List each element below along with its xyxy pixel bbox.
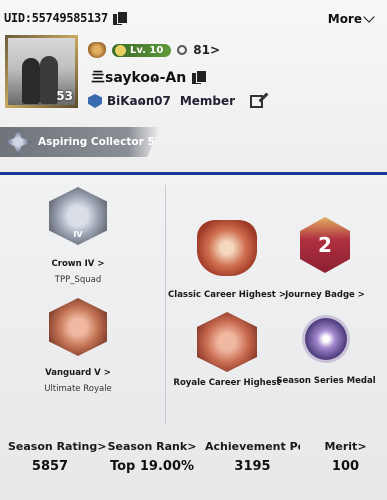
clan-role: Member bbox=[179, 94, 236, 108]
copy-name-icon[interactable] bbox=[192, 70, 208, 84]
edit-icon[interactable] bbox=[250, 94, 264, 108]
name-row: 亖saykoɷ-An bbox=[91, 67, 208, 87]
vanguard-tier[interactable]: Vanguard V > Ultimate Royale bbox=[30, 298, 126, 394]
column-separator bbox=[165, 185, 166, 425]
season-rank[interactable]: Season Rank> Top 19.00% bbox=[107, 440, 197, 474]
season-series-medal-icon bbox=[305, 318, 347, 360]
journey-badge[interactable]: Journey Badge > bbox=[285, 217, 365, 300]
season-series-label: Season Series Medal bbox=[276, 376, 376, 386]
classic-career-label: Classic Career Highest > bbox=[168, 290, 286, 300]
more-label: More bbox=[327, 12, 362, 26]
clan-name[interactable]: BiKaɷп07 bbox=[107, 94, 171, 108]
crown-mode: TPP_Squad bbox=[54, 275, 102, 285]
clan-icon bbox=[88, 94, 102, 108]
merit-label: Merit> bbox=[324, 440, 367, 453]
vanguard-label: Vanguard V > bbox=[45, 368, 111, 378]
achievement-points-value: 3195 bbox=[234, 459, 271, 474]
copy-uid-icon[interactable] bbox=[112, 11, 128, 25]
crown-emblem-icon bbox=[49, 187, 107, 245]
royale-career-highest[interactable]: Royale Career Highest bbox=[173, 312, 281, 388]
popularity-count[interactable]: 81> bbox=[193, 43, 220, 57]
avatar-figure-left bbox=[22, 58, 40, 104]
classic-career-emblem-icon bbox=[197, 220, 257, 276]
collector-emblem-icon bbox=[4, 128, 32, 156]
level-star-icon bbox=[115, 44, 126, 56]
season-stats: Season Rating> 5857 Season Rank> Top 19.… bbox=[0, 440, 387, 500]
popularity-icon bbox=[177, 45, 188, 55]
player-name: 亖saykoɷ-An bbox=[91, 70, 187, 86]
achievement-points[interactable]: Achievement Poi 3195 bbox=[205, 440, 300, 474]
crown-label: Crown IV > bbox=[51, 259, 105, 269]
profile-header: UID:55749585137 More 53 Lv. 10 81> 亖sayk… bbox=[0, 0, 387, 172]
season-rating[interactable]: Season Rating> 5857 bbox=[8, 440, 107, 474]
classic-career-highest[interactable]: Classic Career Highest > bbox=[168, 220, 286, 300]
more-button[interactable]: More bbox=[327, 11, 375, 26]
vanguard-mode: Ultimate Royale bbox=[44, 384, 112, 394]
royale-career-emblem-icon bbox=[197, 312, 257, 372]
level-pill[interactable]: Lv. 10 bbox=[112, 43, 172, 57]
journey-badge-icon bbox=[300, 217, 350, 273]
chevron-down-icon bbox=[363, 11, 375, 23]
vanguard-emblem-icon bbox=[49, 298, 107, 356]
collector-title-banner[interactable]: Aspiring Collector 5 bbox=[0, 127, 160, 157]
season-rank-value: Top 19.00% bbox=[109, 459, 195, 474]
royale-career-label: Royale Career Highest bbox=[173, 378, 281, 388]
collector-title: Aspiring Collector 5 bbox=[38, 136, 155, 148]
avatar[interactable]: 53 bbox=[5, 35, 78, 108]
level-text: Lv. 10 bbox=[130, 44, 164, 56]
season-series-medal[interactable]: Season Series Medal bbox=[276, 318, 376, 386]
achievement-points-label: Achievement Poi bbox=[205, 440, 300, 453]
clan-row: BiKaɷп07 Member bbox=[88, 94, 264, 108]
avatar-image: 53 bbox=[8, 38, 75, 105]
season-rating-label: Season Rating> bbox=[8, 440, 107, 453]
uid-text: UID:55749585137 bbox=[4, 11, 108, 25]
crown-tier[interactable]: Crown IV > TPP_Squad bbox=[38, 187, 118, 285]
rank-emblem-icon[interactable] bbox=[88, 42, 106, 58]
merit[interactable]: Merit> 100 bbox=[318, 440, 373, 474]
uid-row: UID:55749585137 bbox=[4, 11, 128, 25]
merit-value: 100 bbox=[331, 459, 360, 474]
season-rating-value: 5857 bbox=[31, 459, 69, 474]
season-rank-label: Season Rank> bbox=[107, 440, 197, 453]
badge-row: Lv. 10 81> bbox=[88, 42, 220, 58]
avatar-level-badge: 53 bbox=[56, 89, 73, 103]
journey-badge-label: Journey Badge > bbox=[285, 290, 365, 300]
